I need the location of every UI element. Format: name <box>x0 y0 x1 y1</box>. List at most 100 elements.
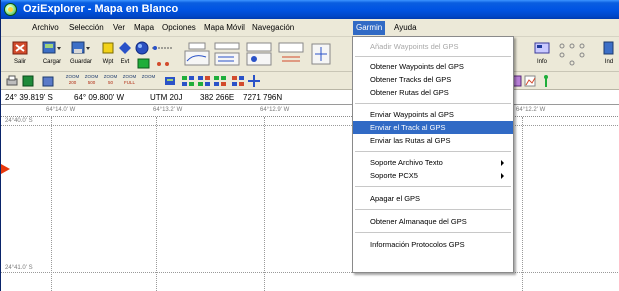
coordinate-bar: 24° 39.819' S 64° 09.800' W UTM 20J 382 … <box>1 90 619 105</box>
ind-button[interactable]: Ind <box>599 39 619 69</box>
menu-separator <box>355 103 511 104</box>
longitude-readout: 64° 09.800' W <box>74 93 125 102</box>
salir-button[interactable]: Salir <box>7 39 33 69</box>
menu-separator <box>355 232 511 233</box>
left-tick-1: 24°40.0' S <box>5 118 33 124</box>
move-icon[interactable] <box>247 74 261 88</box>
menu-item-get-tracks[interactable]: Obtener Tracks del GPS <box>353 73 513 86</box>
menu-ayuda[interactable]: Ayuda <box>391 21 420 35</box>
compass-icon[interactable] <box>308 41 334 67</box>
top-tick-1: 64°14.0' W <box>46 107 76 113</box>
index-icon <box>603 41 614 55</box>
grid-line-h2 <box>1 272 619 273</box>
top-tick-3: 64°12.9' W <box>260 107 290 113</box>
pin-icon[interactable] <box>539 74 553 88</box>
zoom-200-bottom: 200 <box>68 80 77 85</box>
latitude-readout: 24° 39.819' S <box>5 93 53 102</box>
evt-label: Evt <box>120 59 130 65</box>
waypoints-grid-icon[interactable] <box>181 74 195 88</box>
menu-item-send-track[interactable]: Enviar el Track al GPS <box>353 121 513 134</box>
pcx5-support-label: Soporte PCX5 <box>370 171 418 180</box>
info-button[interactable]: Info <box>531 39 553 69</box>
zoom-50-button[interactable]: ZOOM 50 <box>102 74 119 88</box>
map-top-scale: 64°14.0' W 64°13.2' W 64°12.9' W 64°12.2… <box>1 105 619 117</box>
menu-item-text-file-support[interactable]: Soporte Archivo Texto <box>353 156 513 169</box>
menu-item-get-almanac[interactable]: Obtener Almanaque del GPS <box>353 215 513 228</box>
left-tick-2: 24°41.0' S <box>5 265 33 271</box>
event-icon <box>119 42 131 54</box>
submenu-arrow-icon <box>501 173 504 179</box>
route-view-icon[interactable] <box>214 41 240 67</box>
zoom-200-button[interactable]: ZOOM 200 <box>64 74 81 88</box>
info-label: Info <box>536 59 547 65</box>
menu-item-turn-off-gps[interactable]: Apagar el GPS <box>353 192 513 205</box>
utm-zone-readout: UTM 20J <box>150 93 183 102</box>
guardar-label: Guardar <box>69 59 92 65</box>
zoom-full-bottom: FULL <box>123 80 135 85</box>
grid-line-v1 <box>51 117 52 291</box>
menu-separator <box>355 151 511 152</box>
guardar-button[interactable]: Guardar <box>67 39 95 69</box>
grid-line-v3 <box>264 117 265 291</box>
dots-icon[interactable] <box>155 59 177 69</box>
zoom-extra-top: ZOOM <box>141 74 156 79</box>
track-line-icon[interactable] <box>151 43 173 53</box>
zoom-extra-button[interactable]: ZOOM <box>140 74 157 88</box>
menu-mapa-movil[interactable]: Mapa Móvil <box>201 21 248 35</box>
track-view-icon[interactable] <box>246 41 272 67</box>
evt-button[interactable]: Evt <box>117 39 133 69</box>
menu-item-send-waypoints[interactable]: Enviar Waypoints al GPS <box>353 108 513 121</box>
menu-item-send-routes[interactable]: Enviar las Rutas al GPS <box>353 134 513 147</box>
menu-navegacion[interactable]: Navegación <box>249 21 297 35</box>
map-view-icon[interactable] <box>184 41 210 67</box>
menu-item-get-routes[interactable]: Obtener Rutas del GPS <box>353 86 513 99</box>
zoom-full-button[interactable]: ZOOM FULL <box>121 74 138 88</box>
menu-garmin[interactable]: Garmin <box>353 21 386 35</box>
menu-seleccion[interactable]: Selección <box>66 21 107 35</box>
layers-icon[interactable] <box>163 74 177 88</box>
routes-grid-icon[interactable] <box>197 74 211 88</box>
menu-item-protocol-info[interactable]: Información Protocolos GPS <box>353 238 513 251</box>
easting-readout: 382 266E <box>200 93 235 102</box>
menu-item-get-waypoints[interactable]: Obtener Waypoints del GPS <box>353 60 513 73</box>
chart-icon[interactable] <box>523 74 537 88</box>
oziexplorer-window: OziExplorer - Mapa en Blanco Archivo Sel… <box>0 0 619 291</box>
salir-label: Salir <box>13 59 26 65</box>
globe-icon[interactable] <box>135 41 149 55</box>
grid-line-v2 <box>156 117 157 291</box>
window-title: OziExplorer - Mapa en Blanco <box>23 3 179 15</box>
tracks-grid-icon[interactable] <box>213 74 227 88</box>
menu-mapa[interactable]: Mapa <box>131 21 157 35</box>
top-tick-2: 64°13.2' W <box>153 107 183 113</box>
wpt-button[interactable]: Wpt <box>99 39 117 69</box>
menu-separator <box>355 186 511 187</box>
menu-item-add-waypoints: Añadir Waypoints del GPS <box>370 42 459 51</box>
toolbox-icon[interactable] <box>41 74 55 88</box>
menu-opciones[interactable]: Opciones <box>159 21 199 35</box>
event-grid-icon[interactable] <box>231 74 245 88</box>
app-globe-icon[interactable] <box>4 3 17 16</box>
northing-readout: 7271 796N <box>243 93 283 102</box>
menu-ver[interactable]: Ver <box>110 21 128 35</box>
menu-separator <box>355 209 511 210</box>
title-bar: OziExplorer - Mapa en Blanco <box>1 0 619 19</box>
zoom-500-button[interactable]: ZOOM 500 <box>83 74 100 88</box>
cargar-button[interactable]: Cargar <box>39 39 65 69</box>
menu-archivo[interactable]: Archivo <box>29 21 62 35</box>
name-search-icon[interactable] <box>278 41 304 67</box>
grid-line-v4 <box>522 117 523 291</box>
cargar-label: Cargar <box>42 59 62 65</box>
map-canvas[interactable]: 64°14.0' W 64°13.2' W 64°12.9' W 64°12.2… <box>1 105 619 291</box>
menu-item-pcx5-support[interactable]: Soporte PCX5 <box>353 169 513 182</box>
top-tick-4: 64°12.2' W <box>516 107 546 113</box>
menu-separator <box>355 56 511 57</box>
green-square-icon[interactable] <box>136 57 152 71</box>
menu-bar: Archivo Selección Ver Mapa Opciones Mapa… <box>1 19 619 37</box>
home-map-icon[interactable] <box>21 74 35 88</box>
grid-dots-icon[interactable] <box>557 41 587 67</box>
garmin-menu: Añadir Waypoints del GPS Obtener Waypoin… <box>352 36 514 273</box>
ind-label: Ind <box>604 59 614 65</box>
zoom-toolbar: ZOOM 200 ZOOM 500 ZOOM 50 ZOOM FULL ZOOM <box>1 72 619 90</box>
load-map-icon <box>42 41 61 54</box>
print-icon[interactable] <box>5 74 19 88</box>
